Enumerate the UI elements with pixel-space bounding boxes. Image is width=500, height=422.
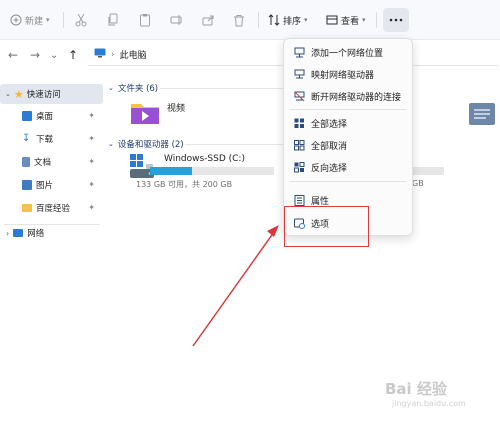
baidu-watermark: Bai 经验	[385, 380, 447, 398]
baidu-watermark-url: jingyan.baidu.com	[392, 399, 466, 408]
annotation-arrow	[192, 225, 279, 347]
